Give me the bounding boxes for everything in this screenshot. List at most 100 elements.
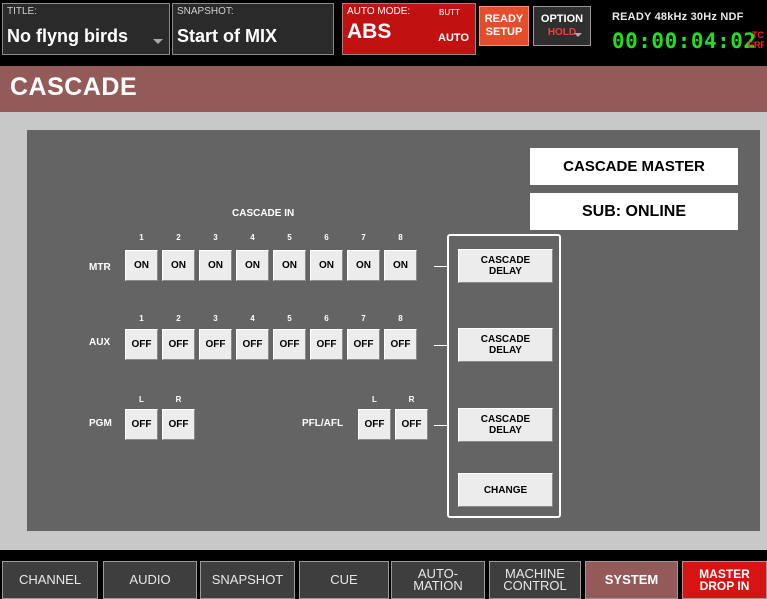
aux-channel-number: 7 (361, 314, 366, 323)
aux-label: AUX (89, 337, 111, 348)
mtr-channel-number: 3 (213, 233, 218, 242)
delay-label-line2: DELAY (489, 345, 522, 356)
aux-channel-number: 5 (287, 314, 292, 323)
nav-machine-control[interactable]: MACHINE CONTROL (489, 561, 581, 599)
auto-mode-value: ABS (347, 20, 392, 43)
bottom-nav: CHANNEL AUDIO SNAPSHOT CUE AUTO- MATION … (0, 558, 767, 599)
auto-mode-indicator[interactable]: AUTO MODE: BUTT ABS AUTO (342, 3, 476, 55)
nav-system[interactable]: SYSTEM (585, 561, 678, 599)
connector-line (434, 425, 447, 426)
pgm-channel-letter: L (139, 395, 144, 404)
option-label: OPTION (540, 13, 584, 25)
aux-channel-number: 6 (324, 314, 329, 323)
sync-status: READY 48kHz 30Hz NDF (612, 11, 744, 23)
aux-channel-number: 2 (176, 314, 181, 323)
auto-mode-butt: BUTT (439, 8, 460, 17)
pgm-cascade-in-button[interactable]: OFF (162, 409, 195, 440)
mtr-cascade-in-button[interactable]: ON (384, 250, 417, 281)
aux-cascade-in-button[interactable]: OFF (384, 329, 417, 360)
chevron-down-icon (153, 39, 163, 44)
nav-separator (0, 550, 767, 558)
page-title: CASCADE (10, 73, 138, 101)
nav-label-line2: DROP IN (699, 579, 750, 593)
pfl-channel-letter: R (408, 395, 415, 404)
aux-cascade-in-button[interactable]: OFF (236, 329, 269, 360)
nav-channel[interactable]: CHANNEL (2, 561, 98, 599)
auto-mode-auto: AUTO (438, 32, 469, 44)
mtr-cascade-in-button[interactable]: ON (236, 250, 269, 281)
tc-label: TC (752, 30, 764, 40)
err-label: ERR (748, 40, 764, 50)
title-value: No flyng birds (7, 26, 128, 46)
connector-line (434, 345, 447, 346)
top-status-bar: TITLE: No flyng birds SNAPSHOT: Start of… (0, 0, 767, 62)
mtr-cascade-in-button[interactable]: ON (310, 250, 343, 281)
aux-cascade-in-button[interactable]: OFF (162, 329, 195, 360)
cascade-in-label: CASCADE IN (232, 208, 295, 219)
mtr-channel-number: 1 (139, 233, 144, 242)
setup-label: SETUP (485, 26, 523, 38)
pgm-label: PGM (89, 418, 112, 429)
pfl-afl-label: PFL/AFL (302, 418, 344, 429)
aux-cascade-in-button[interactable]: OFF (310, 329, 343, 360)
nav-label-line2: CONTROL (503, 578, 567, 593)
mtr-channel-number: 6 (324, 233, 329, 242)
mtr-cascade-in-button[interactable]: ON (199, 250, 232, 281)
mtr-channel-number: 5 (287, 233, 292, 242)
mtr-cascade-in-button[interactable]: ON (273, 250, 306, 281)
cascade-panel: CASCADE MASTER SUB: ONLINE CASCADE IN MT… (27, 130, 760, 531)
mtr-channel-number: 4 (250, 233, 255, 242)
pfl-cascade-in-button[interactable]: OFF (358, 409, 391, 440)
aux-cascade-in-button[interactable]: OFF (347, 329, 380, 360)
main-area: CASCADE MASTER SUB: ONLINE CASCADE IN MT… (0, 112, 767, 550)
title-caption: TITLE: (7, 6, 38, 17)
tc-error-indicator: TC ERR (748, 30, 764, 50)
aux-cascade-in-button[interactable]: OFF (199, 329, 232, 360)
mtr-cascade-in-button[interactable]: ON (125, 250, 158, 281)
nav-cue[interactable]: CUE (299, 561, 389, 599)
chevron-down-icon (574, 33, 582, 37)
aux-channel-number: 8 (398, 314, 403, 323)
nav-label: AUDIO (129, 572, 171, 587)
pfl-channel-letter: L (372, 395, 377, 404)
connector-line (434, 266, 447, 267)
snapshot-value: Start of MIX (177, 26, 278, 46)
nav-label: CHANNEL (18, 572, 82, 587)
pfl-cascade-in-button[interactable]: OFF (395, 409, 428, 440)
aux-cascade-in-button[interactable]: OFF (125, 329, 158, 360)
snapshot-caption: SNAPSHOT: (177, 6, 234, 17)
nav-audio[interactable]: AUDIO (103, 561, 197, 599)
auto-mode-caption: AUTO MODE: (347, 6, 411, 17)
title-selector[interactable]: TITLE: No flyng birds (2, 3, 170, 55)
time-display: READY 48kHz 30Hz NDF 00:00:04:02 TC ERR (597, 0, 767, 62)
delay-label-line1: CASCADE (480, 334, 531, 345)
aux-cascade-in-button[interactable]: OFF (273, 329, 306, 360)
nav-master-drop-in[interactable]: MASTER DROP IN (682, 561, 767, 599)
mtr-channel-number: 8 (398, 233, 403, 242)
pgm-cascade-in-button[interactable]: OFF (125, 409, 158, 440)
aux-cascade-delay-button[interactable]: CASCADE DELAY (458, 328, 553, 362)
mtr-cascade-delay-button[interactable]: CASCADE DELAY (458, 249, 553, 283)
mtr-label: MTR (89, 262, 111, 273)
nav-snapshot[interactable]: SNAPSHOT (200, 561, 295, 599)
mtr-cascade-in-button[interactable]: ON (162, 250, 195, 281)
option-hold-button[interactable]: OPTION HOLD (533, 6, 591, 46)
ready-setup-button[interactable]: READY SETUP (479, 6, 529, 46)
sub-online-indicator: SUB: ONLINE (530, 193, 738, 230)
aux-channel-number: 4 (250, 314, 255, 323)
timecode-readout: 00:00:04:02 (612, 29, 757, 53)
mtr-channel-number: 7 (361, 233, 366, 242)
nav-label: SNAPSHOT (211, 572, 284, 587)
pgm-cascade-delay-button[interactable]: CASCADE DELAY (458, 408, 553, 442)
mtr-cascade-in-button[interactable]: ON (347, 250, 380, 281)
snapshot-selector[interactable]: SNAPSHOT: Start of MIX (172, 3, 334, 55)
nav-label: CUE (330, 572, 358, 587)
aux-channel-number: 3 (213, 314, 218, 323)
delay-label-line2: DELAY (489, 425, 522, 436)
change-button[interactable]: CHANGE (458, 473, 553, 507)
delay-label-line1: CASCADE (480, 414, 531, 425)
nav-automation[interactable]: AUTO- MATION (391, 561, 485, 599)
pgm-channel-letter: R (175, 395, 182, 404)
nav-label: SYSTEM (604, 572, 659, 587)
nav-label-line2: MATION (413, 578, 463, 593)
